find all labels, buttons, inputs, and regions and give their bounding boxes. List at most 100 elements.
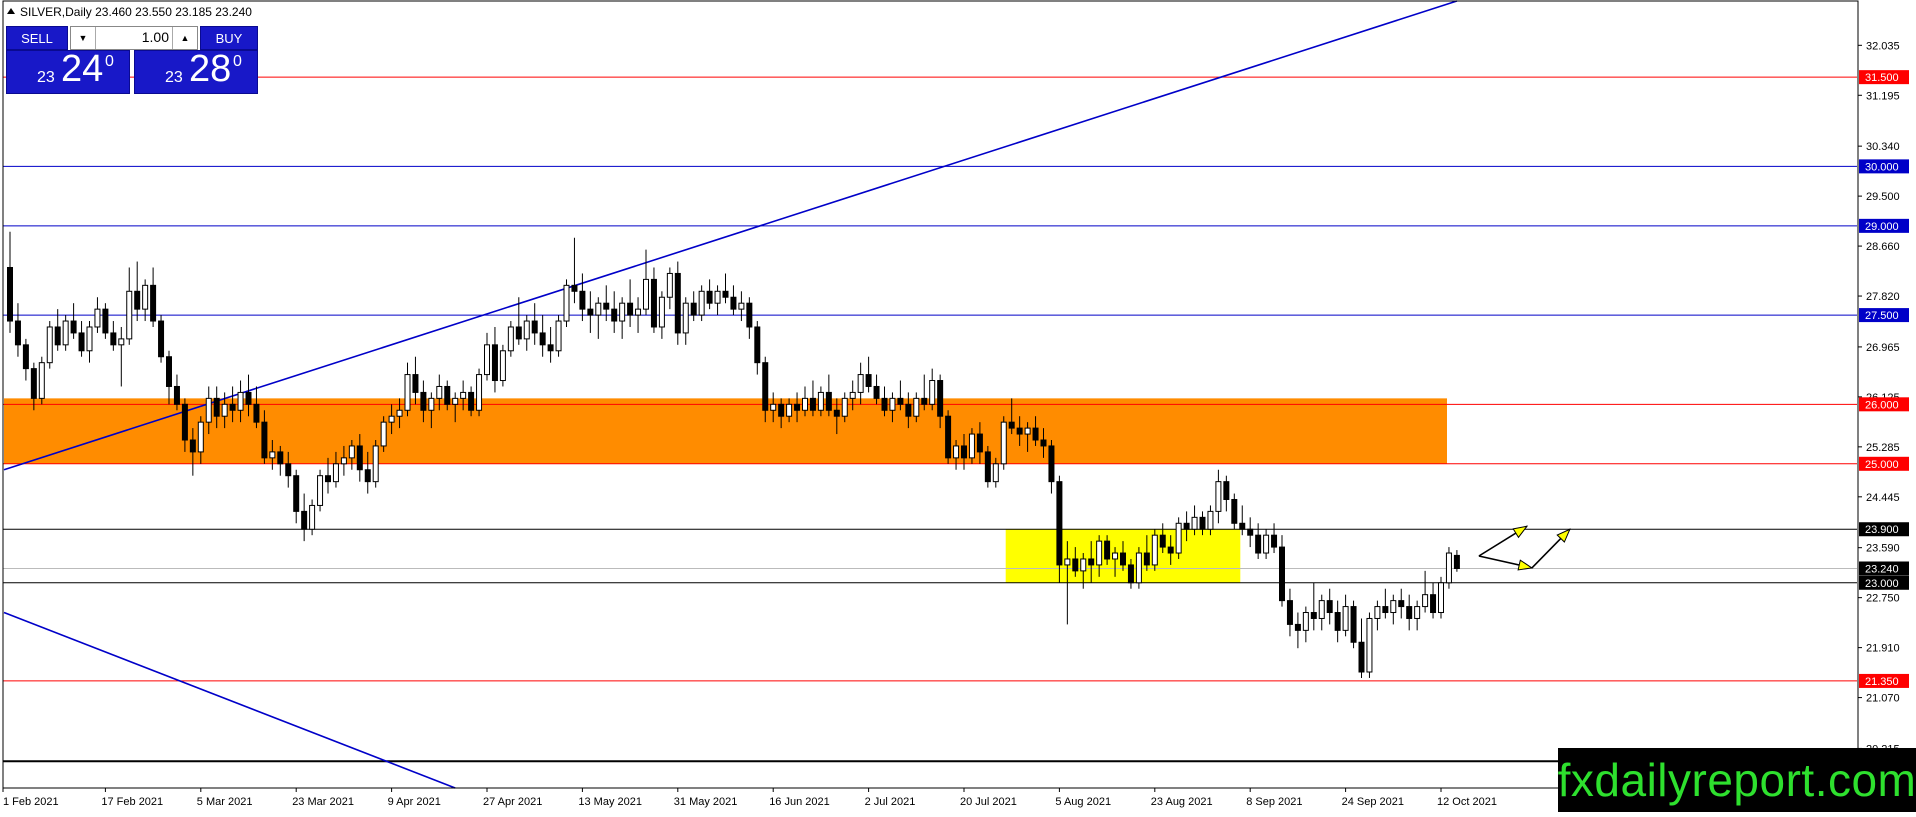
- candle-body-bear: [825, 391, 832, 411]
- candle-body-bear: [809, 397, 816, 411]
- candle-body-bear: [293, 475, 300, 512]
- candle-body-bull: [786, 403, 793, 417]
- candle-body-bear: [301, 510, 308, 530]
- lot-increase-arrow-icon[interactable]: ▲: [172, 27, 197, 49]
- candle[interactable]: [38, 356, 45, 405]
- candle-body-bull: [1191, 516, 1198, 530]
- candle[interactable]: [317, 469, 324, 512]
- candle[interactable]: [1135, 547, 1142, 589]
- candle-body-bull: [269, 451, 276, 459]
- candle[interactable]: [1445, 547, 1452, 589]
- candle[interactable]: [1350, 600, 1357, 649]
- candle-body-bull: [1302, 612, 1309, 631]
- candle[interactable]: [158, 315, 165, 363]
- x-tick-label: 24 Sep 2021: [1342, 796, 1404, 808]
- candle-body-bear: [22, 344, 29, 370]
- candle-body-bull: [1080, 558, 1087, 572]
- candle-body-bull: [452, 397, 459, 405]
- lot-size-field[interactable]: ▼ 1.00 ▲: [70, 26, 198, 50]
- candle[interactable]: [1151, 529, 1158, 571]
- candle-body-bull: [1445, 552, 1452, 584]
- candle-body-bear: [1040, 439, 1047, 447]
- candle-body-bear: [1326, 600, 1333, 614]
- candle[interactable]: [1000, 416, 1007, 470]
- price-chart[interactable]: 32.035 31.195 30.340 29.500 28.660 27.820 26.9…: [0, 0, 1916, 812]
- candle[interactable]: [1438, 576, 1444, 619]
- y-tick-label: 26.965: [1866, 342, 1900, 354]
- candle-body-bull: [1263, 534, 1270, 554]
- candle-body-bull: [428, 397, 435, 411]
- candle-body-bear: [325, 475, 331, 483]
- level-label-30.000: 30.000: [1865, 161, 1899, 173]
- candle-body-bear: [1183, 522, 1190, 530]
- candle-body-bear: [356, 445, 363, 471]
- x-tick-label: 31 May 2021: [674, 796, 738, 808]
- candle[interactable]: [499, 344, 506, 387]
- candle[interactable]: [476, 368, 483, 417]
- candle-body-bear: [1231, 498, 1238, 524]
- candle-body-bear: [897, 397, 904, 405]
- candle-body-bear: [285, 463, 292, 477]
- candle-body-bear: [976, 433, 983, 453]
- x-tick-label: 23 Mar 2021: [292, 796, 354, 808]
- candle-body-bull: [1175, 522, 1182, 554]
- candle-body-bull: [372, 445, 379, 483]
- candle-body-bear: [674, 272, 681, 334]
- candle-body-bull: [953, 445, 960, 459]
- candle-body-bull: [205, 397, 212, 423]
- candle-body-bear: [627, 302, 634, 316]
- x-tick-label: 16 Jun 2021: [769, 796, 830, 808]
- chart-area[interactable]: 32.035 31.195 30.340 29.500 28.660 27.820 26.9…: [0, 0, 1916, 812]
- candle-body-bull: [380, 421, 387, 447]
- lot-decrease-arrow-icon[interactable]: ▼: [71, 27, 96, 49]
- candle-body-bull: [698, 290, 705, 316]
- x-tick-label: 5 Aug 2021: [1055, 796, 1111, 808]
- candle-body-bull: [62, 320, 69, 346]
- candle-body-bear: [54, 326, 61, 346]
- lot-size-value[interactable]: 1.00: [99, 29, 169, 45]
- x-tick-label: 1 Feb 2021: [3, 796, 59, 808]
- zone-0: [4, 398, 1447, 464]
- candle-body-bear: [213, 397, 220, 417]
- y-tick-label: 29.500: [1866, 191, 1900, 203]
- candle-body-bull: [849, 391, 856, 399]
- candle-body-bull: [1390, 600, 1397, 614]
- level-label-23.900: 23.900: [1865, 524, 1899, 536]
- candle-body-bull: [436, 385, 443, 399]
- candle[interactable]: [984, 445, 991, 488]
- x-tick-label: 12 Oct 2021: [1437, 796, 1497, 808]
- candle-body-bull: [714, 290, 721, 304]
- candle[interactable]: [555, 315, 562, 357]
- candle-body-bear: [1048, 445, 1055, 483]
- y-tick-label: 25.285: [1866, 442, 1900, 454]
- candle-body-bear: [762, 362, 769, 411]
- candle-body-bear: [794, 403, 801, 411]
- candle-body-bull: [348, 445, 355, 459]
- candle-body-bear: [14, 320, 21, 346]
- candle-body-bear: [1159, 534, 1166, 548]
- candle-body-bull: [484, 344, 490, 376]
- candle[interactable]: [46, 321, 53, 369]
- candle-body-bear: [1334, 612, 1341, 631]
- candle-body-bull: [388, 415, 395, 423]
- candle-body-bear: [1255, 534, 1262, 554]
- candle-body-bull: [643, 278, 649, 310]
- candle-body-bear: [1382, 606, 1389, 614]
- candle-body-bull: [332, 463, 339, 483]
- candle-body-bear: [905, 403, 912, 417]
- candle-body-bear: [833, 409, 840, 417]
- sell-button[interactable]: SELL: [6, 26, 68, 50]
- candle[interactable]: [1366, 612, 1373, 678]
- candle[interactable]: [372, 440, 379, 488]
- candle-body-bear: [881, 397, 888, 411]
- candle[interactable]: [1175, 517, 1182, 559]
- candle-body-bear: [587, 308, 594, 316]
- buy-price-box[interactable]: 23 28 0: [134, 48, 258, 94]
- buy-button[interactable]: BUY: [200, 26, 258, 50]
- candle[interactable]: [945, 410, 952, 464]
- candle-body-bull: [658, 296, 665, 328]
- sell-price-box[interactable]: 23 24 0: [6, 48, 130, 94]
- candle[interactable]: [563, 279, 570, 327]
- candle-body-bear: [102, 308, 109, 334]
- candle[interactable]: [674, 261, 681, 345]
